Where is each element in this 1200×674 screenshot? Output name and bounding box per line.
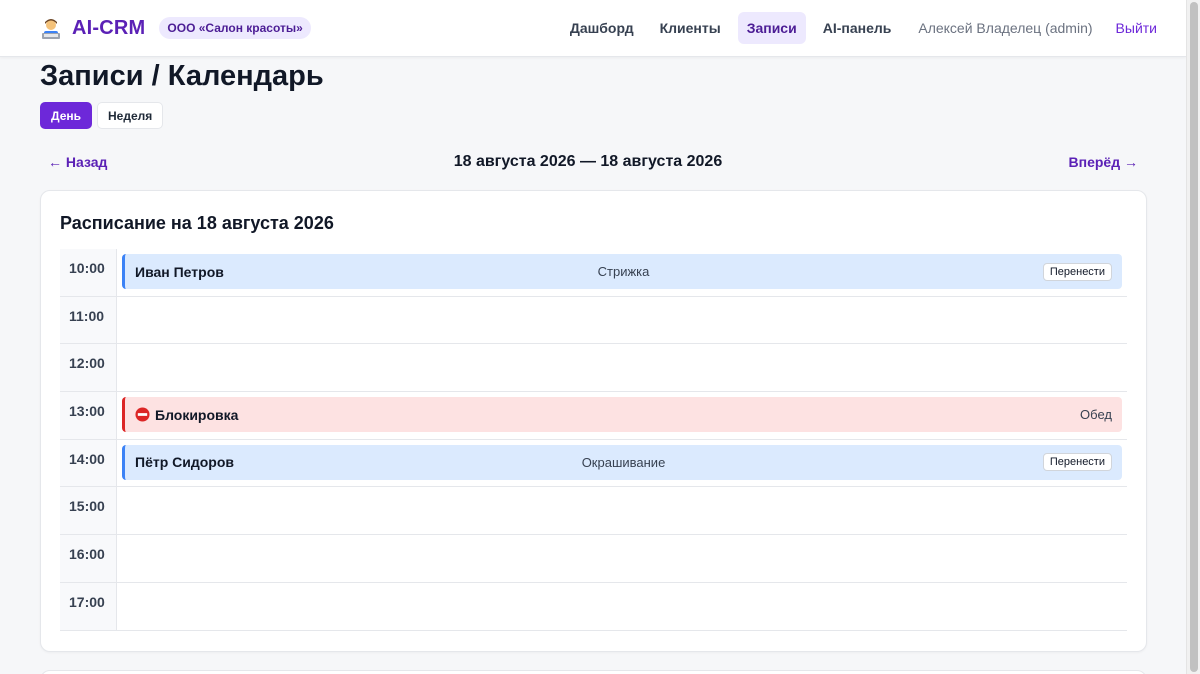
nav-appointments[interactable]: Записи — [737, 12, 806, 44]
org-badge: ООО «Салон красоты» — [159, 17, 311, 39]
client-name: Пётр Сидоров — [135, 454, 235, 471]
brand[interactable]: AI-CRM ООО «Салон красоты» — [38, 15, 311, 41]
no-entry-icon — [135, 407, 150, 422]
date-range: 18 августа 2026 — 18 августа 2026 — [453, 153, 723, 170]
appointment-event[interactable]: Пётр Сидоров Окрашивание Перенести — [122, 444, 1122, 480]
next-link[interactable]: Вперёд → — [1061, 154, 1146, 170]
time-row: 16:00 — [60, 535, 1127, 583]
date-navigation: ← Назад 18 августа 2026 — 18 августа 202… — [40, 150, 1146, 174]
block-label: Блокировка — [155, 406, 239, 423]
technologist-icon — [38, 15, 64, 41]
time-label: 12:00 — [60, 344, 117, 392]
view-toggle: День Неделя — [40, 102, 164, 129]
time-label: 14:00 — [60, 439, 117, 487]
nav-clients[interactable]: Клиенты — [651, 12, 730, 44]
scrollbar-thumb[interactable] — [1190, 2, 1198, 672]
next-section-card — [40, 670, 1147, 674]
time-label: 15:00 — [60, 487, 117, 535]
time-slot[interactable]: Иван Петров Стрижка Перенести — [117, 249, 1127, 296]
time-row: 14:00 Пётр Сидоров Окрашивание Перенести — [60, 439, 1127, 488]
time-slot[interactable] — [117, 487, 1127, 534]
time-label: 11:00 — [60, 296, 117, 344]
time-slot[interactable]: Блокировка Обед — [117, 392, 1127, 439]
top-navbar: AI-CRM ООО «Салон красоты» Дашборд Клиен… — [0, 0, 1186, 57]
main-nav: Дашборд Клиенты Записи AI-панель Алексей… — [561, 12, 1166, 44]
schedule-card: Расписание на 18 августа 2026 10:00 Иван… — [40, 190, 1147, 652]
time-row: 10:00 Иван Петров Стрижка Перенести — [60, 249, 1127, 297]
logout-link[interactable]: Выйти — [1107, 12, 1166, 44]
time-row: 15:00 — [60, 487, 1127, 536]
time-slot[interactable] — [117, 344, 1127, 391]
reschedule-button[interactable]: Перенести — [1042, 453, 1112, 472]
time-slot[interactable] — [117, 583, 1127, 630]
time-label: 10:00 — [60, 249, 117, 296]
time-row: 12:00 — [60, 344, 1127, 393]
page-title: Записи / Календарь — [40, 60, 324, 92]
block-event[interactable]: Блокировка Обед — [122, 397, 1122, 433]
client-name: Иван Петров — [135, 263, 224, 280]
time-row: 11:00 — [60, 296, 1127, 345]
schedule-title: Расписание на 18 августа 2026 — [60, 213, 334, 233]
app-name: AI-CRM — [72, 16, 146, 39]
schedule-grid: 10:00 Иван Петров Стрижка Перенести 11:0… — [60, 249, 1127, 631]
time-label: 13:00 — [60, 392, 117, 439]
prev-link[interactable]: ← Назад — [40, 154, 115, 170]
time-label: 16:00 — [60, 535, 117, 582]
time-row: 17:00 — [60, 582, 1127, 631]
block-note: Обед — [1080, 407, 1112, 423]
time-slot[interactable] — [117, 297, 1127, 344]
time-slot[interactable]: Пётр Сидоров Окрашивание Перенести — [117, 440, 1127, 487]
time-label: 17:00 — [60, 582, 117, 630]
nav-dashboard[interactable]: Дашборд — [561, 12, 643, 44]
time-row: 13:00 Блокировка Обед — [60, 392, 1127, 440]
time-slot[interactable] — [117, 535, 1127, 582]
view-week-button[interactable]: Неделя — [97, 102, 164, 129]
scrollbar[interactable] — [1186, 0, 1200, 674]
current-user: Алексей Владелец (admin) — [918, 20, 1093, 36]
reschedule-button[interactable]: Перенести — [1042, 262, 1112, 281]
view-day-button[interactable]: День — [40, 102, 92, 129]
appointment-event[interactable]: Иван Петров Стрижка Перенести — [122, 254, 1122, 289]
block-title: Блокировка — [135, 407, 435, 423]
nav-ai-panel[interactable]: AI-панель — [814, 12, 901, 44]
